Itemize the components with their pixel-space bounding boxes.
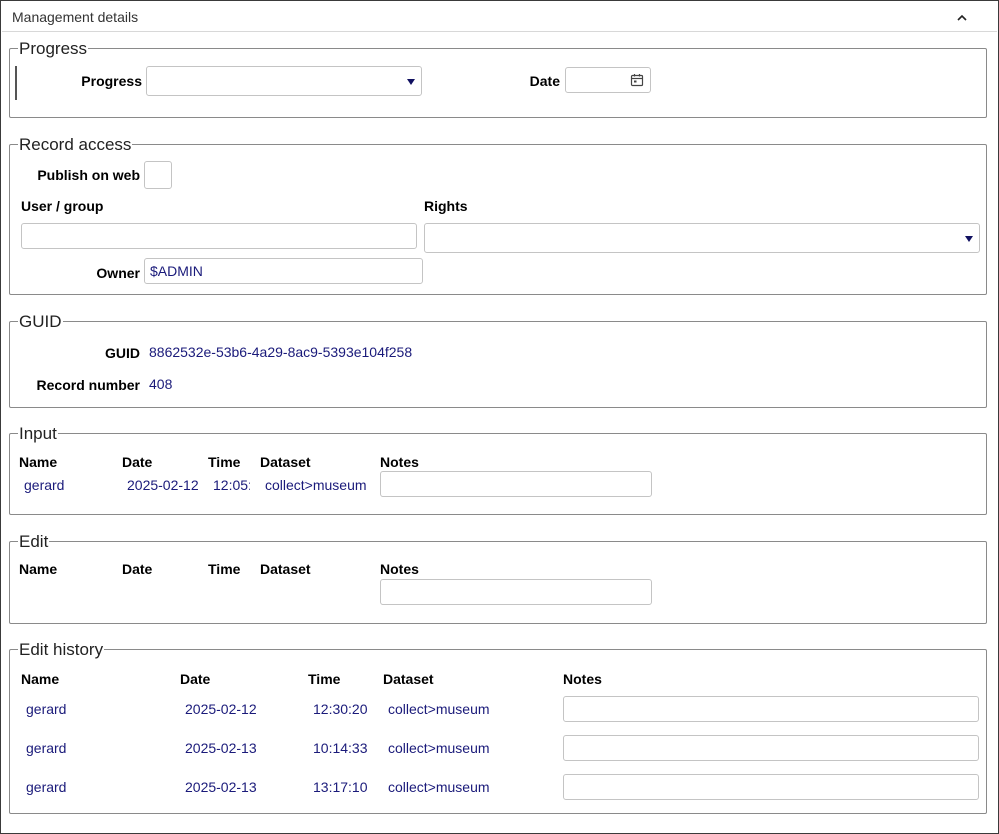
input-header-dataset: Dataset <box>260 454 311 470</box>
progress-group: Progress Progress Date <box>9 39 987 118</box>
edit-history-group: Edit history Name Date Time Dataset Note… <box>9 640 987 814</box>
collapse-button[interactable] <box>953 8 971 26</box>
history-dataset: collect>museum <box>388 701 490 717</box>
panel-header: Management details <box>2 2 997 32</box>
history-header-date: Date <box>180 671 211 687</box>
owner-input[interactable]: $ADMIN <box>144 258 423 284</box>
progress-legend: Progress <box>18 39 89 59</box>
history-dataset: collect>museum <box>388 779 490 795</box>
guid-value: 8862532e-53b6-4a29-8ac9-5393e104f258 <box>149 344 413 360</box>
input-date: 2025-02-12 <box>127 477 199 493</box>
history-header-name: Name <box>21 671 60 687</box>
record-number-label: Record number <box>36 377 140 393</box>
edit-header-date: Date <box>122 561 153 577</box>
input-header-notes: Notes <box>380 454 419 470</box>
edit-history-legend: Edit history <box>18 640 105 660</box>
edit-header-name: Name <box>19 561 58 577</box>
history-date: 2025-02-12 <box>185 701 257 717</box>
input-name: gerard <box>24 477 65 493</box>
publish-on-web-label: Publish on web <box>37 167 140 183</box>
chevron-up-icon <box>957 14 967 21</box>
input-dataset: collect>museum <box>265 477 367 493</box>
guid-group: GUID GUID 8862532e-53b6-4a29-8ac9-5393e1… <box>9 312 987 408</box>
calendar-icon[interactable] <box>630 73 644 87</box>
edit-header-time: Time <box>208 561 241 577</box>
left-marker <box>15 66 17 100</box>
input-group: Input Name Date Time Dataset Notes gerar… <box>9 424 987 515</box>
progress-select[interactable] <box>146 66 422 96</box>
record-number-value: 408 <box>149 376 173 392</box>
history-date: 2025-02-13 <box>185 740 257 756</box>
history-name: gerard <box>26 740 67 756</box>
history-name: gerard <box>26 779 67 795</box>
user-group-input[interactable] <box>21 223 417 249</box>
history-header-time: Time <box>308 671 341 687</box>
owner-label: Owner <box>96 265 140 281</box>
input-legend: Input <box>18 424 58 444</box>
history-time: 10:14:33 <box>313 740 368 756</box>
user-group-label: User / group <box>21 198 104 214</box>
history-time: 13:17:10 <box>313 779 368 795</box>
rights-label: Rights <box>424 198 468 214</box>
edit-header-dataset: Dataset <box>260 561 311 577</box>
history-notes-field[interactable] <box>563 735 979 761</box>
record-access-legend: Record access <box>18 135 133 155</box>
triangle-down-icon <box>407 79 415 85</box>
edit-notes-field[interactable] <box>380 579 652 605</box>
history-notes-field[interactable] <box>563 696 979 722</box>
date-input[interactable] <box>565 67 651 93</box>
date-label: Date <box>529 73 560 89</box>
panel-title: Management details <box>12 9 139 25</box>
edit-group: Edit Name Date Time Dataset Notes <box>9 532 987 624</box>
rights-select[interactable] <box>424 223 980 253</box>
input-header-date: Date <box>122 454 153 470</box>
input-time: 12:05: <box>213 477 250 493</box>
guid-legend: GUID <box>18 312 63 332</box>
history-time: 12:30:20 <box>313 701 368 717</box>
publish-on-web-checkbox[interactable] <box>144 161 172 189</box>
history-date: 2025-02-13 <box>185 779 257 795</box>
guid-label: GUID <box>105 345 140 361</box>
edit-header-notes: Notes <box>380 561 419 577</box>
input-header-time: Time <box>208 454 241 470</box>
history-dataset: collect>museum <box>388 740 490 756</box>
progress-label: Progress <box>81 73 142 89</box>
input-header-name: Name <box>19 454 58 470</box>
input-notes-field[interactable] <box>380 471 652 497</box>
record-access-group: Record access Publish on web User / grou… <box>9 135 987 295</box>
history-header-notes: Notes <box>563 671 602 687</box>
owner-value: $ADMIN <box>150 263 203 279</box>
management-details-panel: Management details Progress Progress Dat… <box>0 0 999 834</box>
triangle-down-icon <box>965 236 973 242</box>
edit-legend: Edit <box>18 532 50 552</box>
history-notes-field[interactable] <box>563 774 979 800</box>
history-name: gerard <box>26 701 67 717</box>
history-header-dataset: Dataset <box>383 671 434 687</box>
